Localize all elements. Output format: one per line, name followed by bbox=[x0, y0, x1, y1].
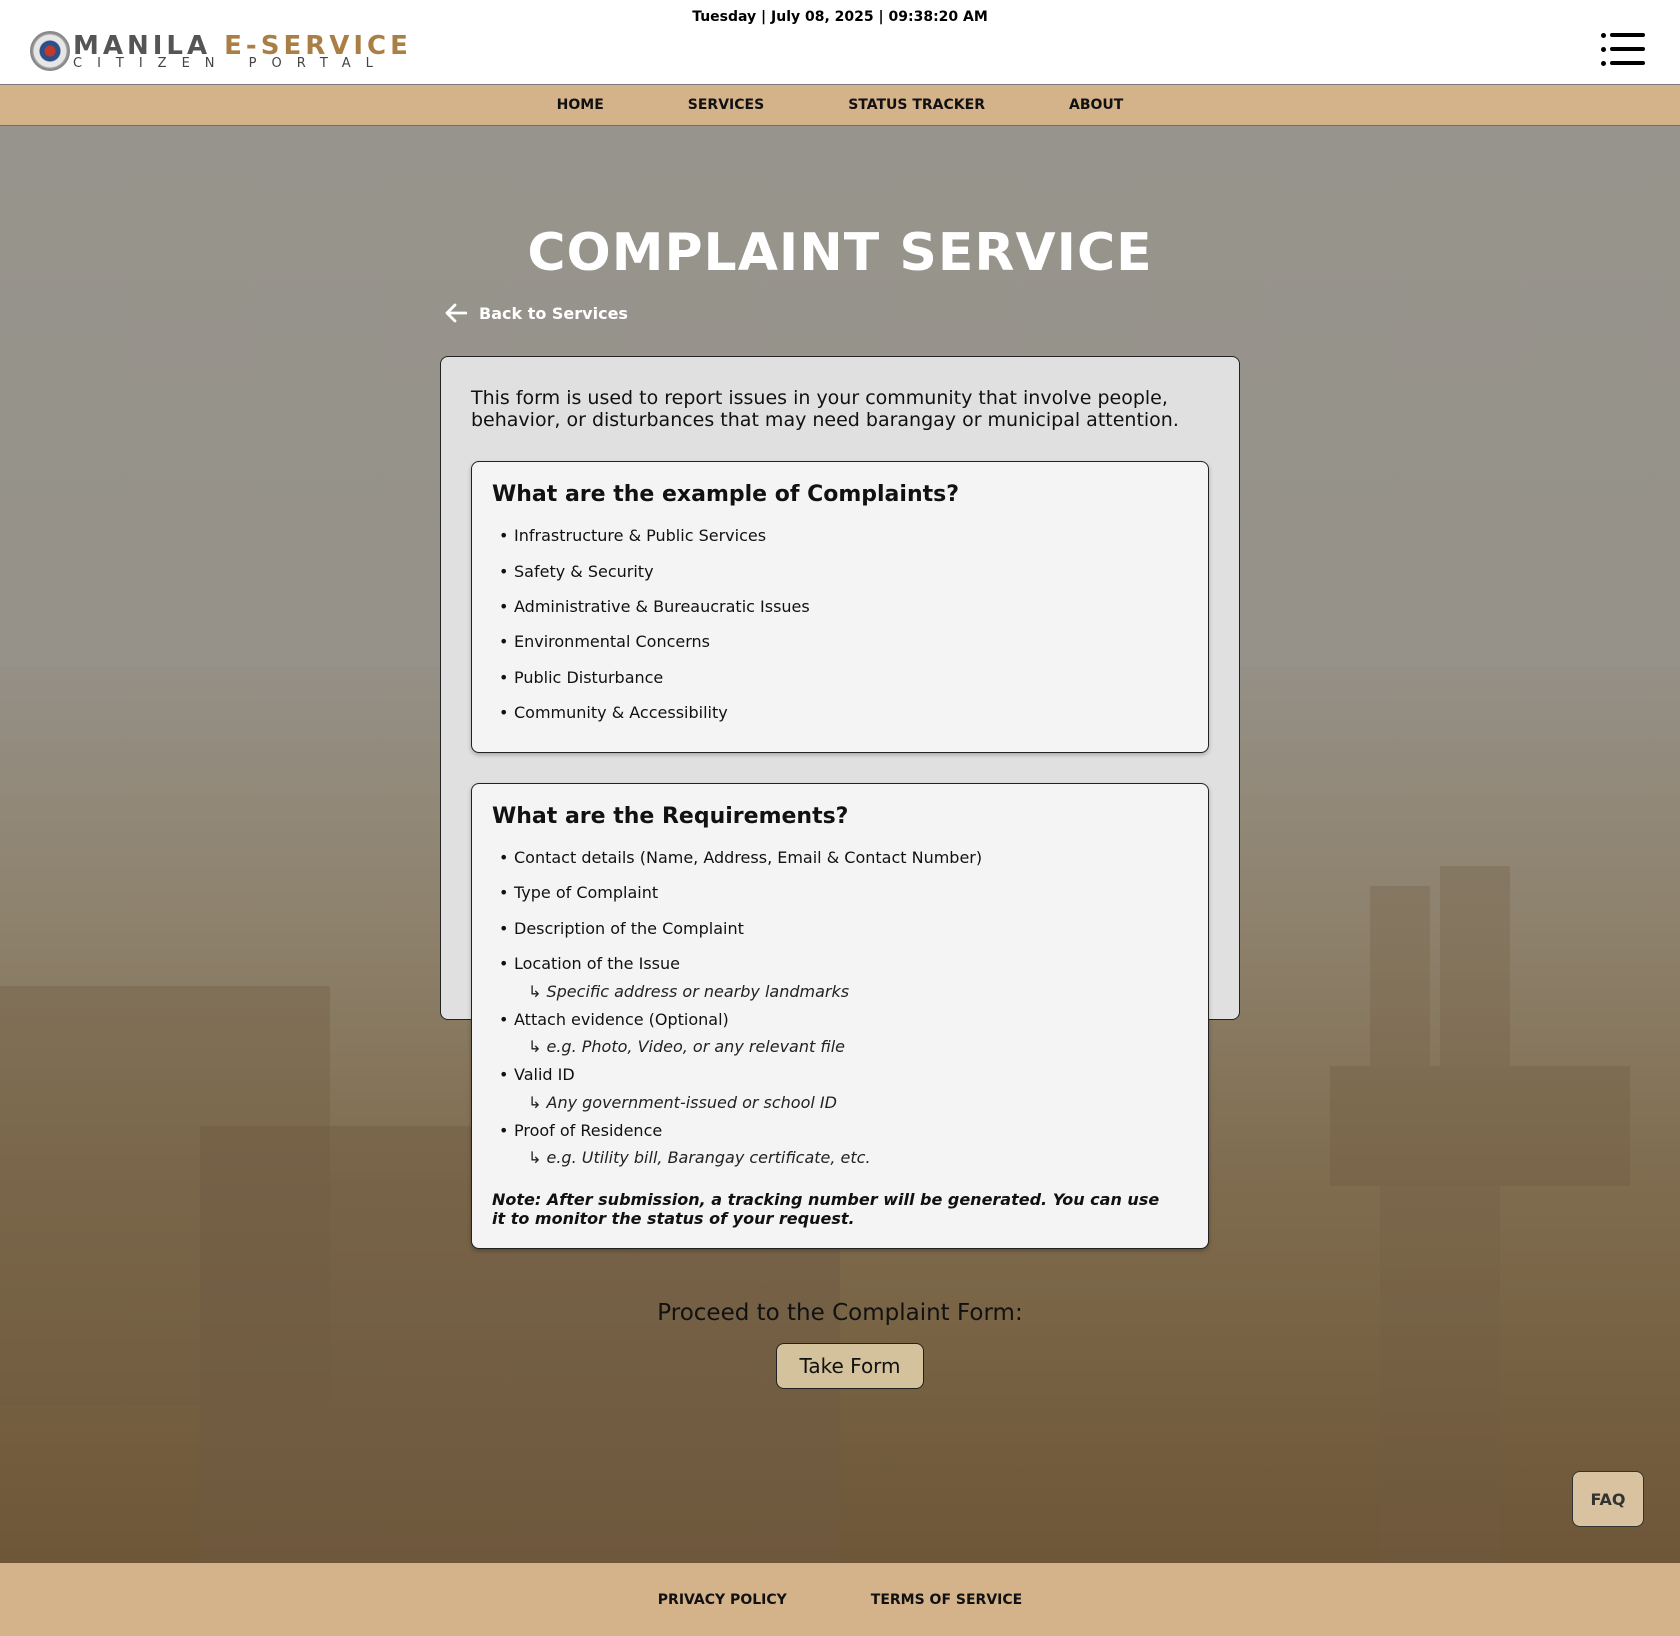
list-item: Location of the Issue bbox=[499, 954, 680, 973]
list-item: Environmental Concerns bbox=[499, 632, 810, 668]
manila-seal-icon bbox=[30, 31, 70, 71]
list-item: Description of the Complaint bbox=[499, 919, 744, 938]
logo-text: MANILA E-SERVICE CITIZEN PORTAL bbox=[73, 33, 412, 70]
requirement-sub-note: ↳ Specific address or nearby landmarks bbox=[528, 982, 850, 1001]
nav-services[interactable]: SERVICES bbox=[688, 97, 764, 113]
page-title: COMPLAINT SERVICE bbox=[527, 223, 1153, 283]
nav-home[interactable]: HOME bbox=[557, 97, 604, 113]
road-shape bbox=[1380, 1186, 1500, 1563]
list-item: Valid ID bbox=[499, 1065, 575, 1084]
site-logo[interactable]: MANILA E-SERVICE CITIZEN PORTAL bbox=[30, 31, 412, 71]
main-nav: HOME SERVICES STATUS TRACKER ABOUT bbox=[0, 85, 1680, 126]
building-shape bbox=[1330, 1066, 1630, 1186]
back-to-services-link[interactable]: Back to Services bbox=[445, 303, 628, 323]
list-item: Attach evidence (Optional) bbox=[499, 1010, 729, 1029]
take-form-button[interactable]: Take Form bbox=[776, 1343, 924, 1389]
faq-button[interactable]: FAQ bbox=[1572, 1471, 1644, 1527]
menu-list-icon[interactable] bbox=[1601, 33, 1645, 67]
examples-box: What are the example of Complaints? Infr… bbox=[471, 461, 1209, 753]
service-description: This form is used to report issues in yo… bbox=[471, 387, 1179, 431]
examples-heading: What are the example of Complaints? bbox=[492, 482, 959, 507]
terms-of-service-link[interactable]: TERMS OF SERVICE bbox=[871, 1592, 1022, 1608]
arrow-left-icon bbox=[445, 303, 467, 323]
list-item: Administrative & Bureaucratic Issues bbox=[499, 597, 810, 632]
requirement-sub-note: ↳ Any government-issued or school ID bbox=[528, 1093, 837, 1112]
proceed-prompt: Proceed to the Complaint Form: bbox=[657, 1300, 1023, 1326]
examples-list: Infrastructure & Public Services Safety … bbox=[499, 526, 810, 738]
list-item: Type of Complaint bbox=[499, 883, 658, 902]
requirements-box: What are the Requirements? Contact detai… bbox=[471, 783, 1209, 1249]
service-card: This form is used to report issues in yo… bbox=[440, 356, 1240, 1249]
building-shape bbox=[1370, 886, 1430, 1066]
site-footer: PRIVACY POLICY TERMS OF SERVICE bbox=[0, 1563, 1680, 1636]
nav-status-tracker[interactable]: STATUS TRACKER bbox=[848, 97, 985, 113]
back-label: Back to Services bbox=[479, 303, 628, 323]
tracking-note: Note: After submission, a tracking numbe… bbox=[492, 1190, 1160, 1228]
list-item: Public Disturbance bbox=[499, 668, 810, 703]
list-item: Proof of Residence bbox=[499, 1121, 662, 1140]
privacy-policy-link[interactable]: PRIVACY POLICY bbox=[658, 1592, 787, 1608]
list-item: Contact details (Name, Address, Email & … bbox=[499, 848, 982, 867]
requirement-sub-note: ↳ e.g. Photo, Video, or any relevant fil… bbox=[528, 1037, 845, 1056]
list-item: Infrastructure & Public Services bbox=[499, 526, 810, 562]
requirements-heading: What are the Requirements? bbox=[492, 804, 849, 829]
logo-title: MANILA E-SERVICE bbox=[73, 33, 412, 59]
nav-about[interactable]: ABOUT bbox=[1069, 97, 1123, 113]
list-item: Safety & Security bbox=[499, 562, 810, 597]
current-datetime: Tuesday | July 08, 2025 | 09:38:20 AM bbox=[692, 9, 988, 25]
list-item: Community & Accessibility bbox=[499, 703, 810, 738]
building-shape bbox=[1440, 866, 1510, 1066]
logo-subtitle: CITIZEN PORTAL bbox=[73, 55, 388, 71]
requirement-sub-note: ↳ e.g. Utility bill, Barangay certificat… bbox=[528, 1148, 871, 1167]
top-header: Tuesday | July 08, 2025 | 09:38:20 AM MA… bbox=[0, 0, 1680, 85]
